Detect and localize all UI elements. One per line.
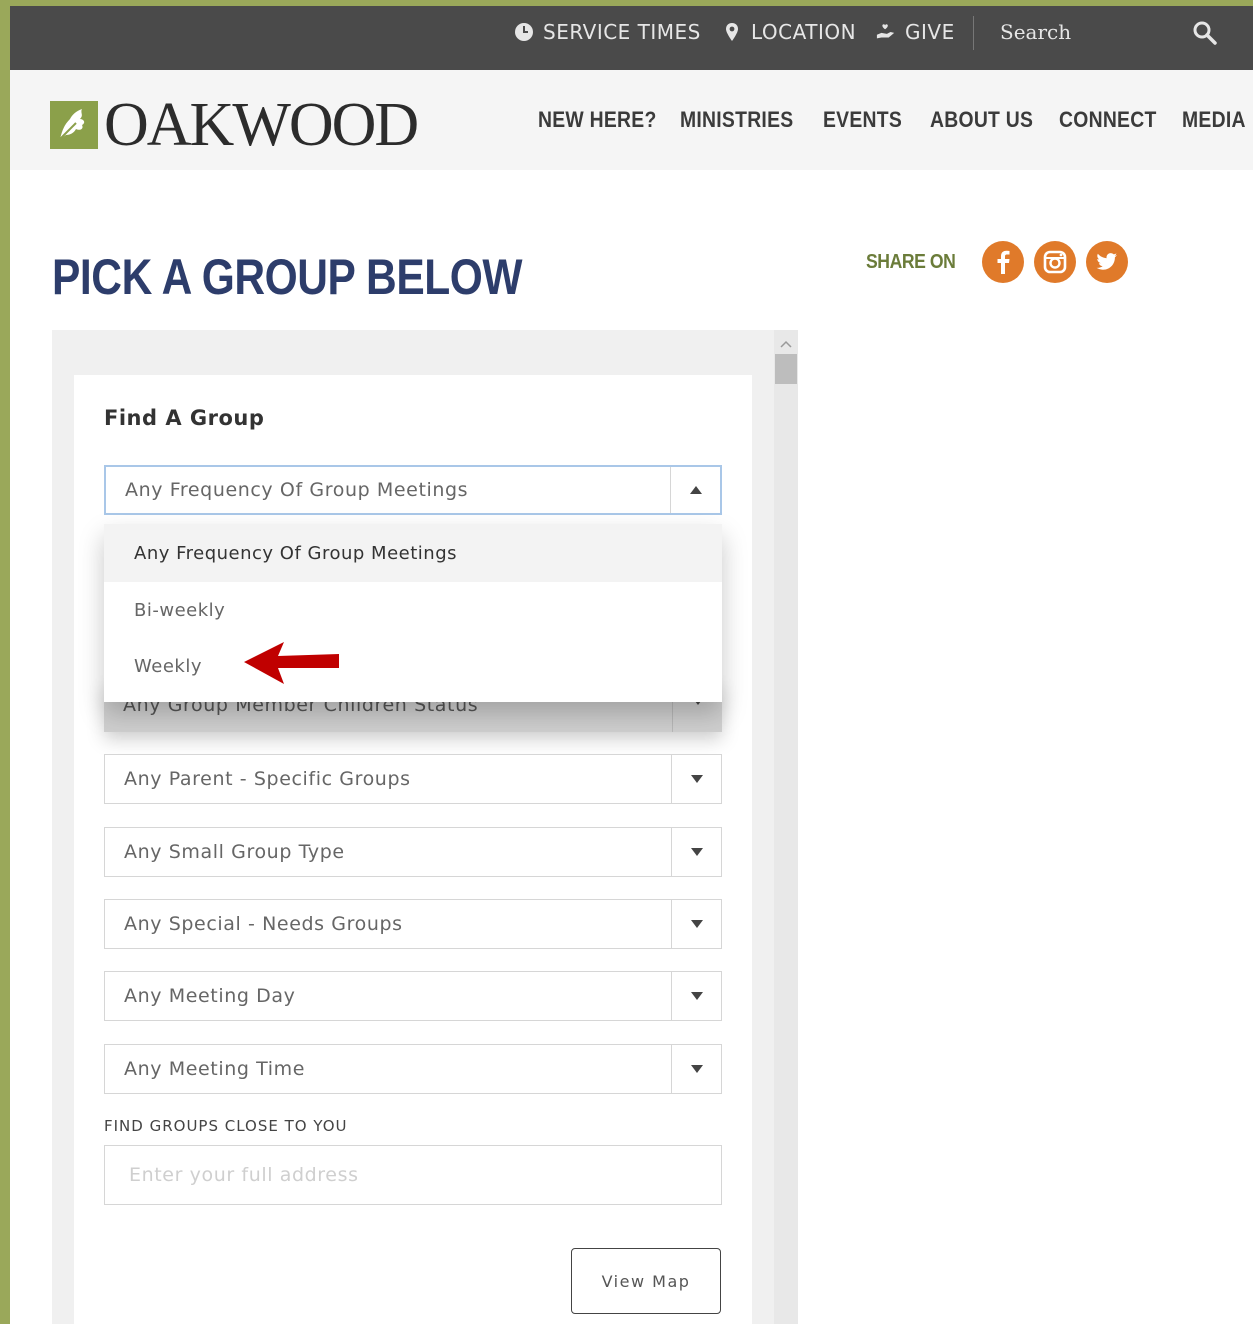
facebook-icon[interactable] [981,241,1024,283]
nav-connect[interactable]: CONNECT [1059,70,1157,170]
frequency-dropdown: Any Frequency Of Group Meetings Bi-weekl… [104,524,722,702]
small-group-type-select[interactable]: Any Small Group Type [104,827,722,877]
page-title: PICK A GROUP BELOW [52,249,523,305]
option-any-frequency[interactable]: Any Frequency Of Group Meetings [104,524,722,582]
location-label: LOCATION [751,20,857,44]
chevron-down-icon[interactable] [671,1045,721,1093]
map-pin-icon [722,22,742,42]
small-group-type-value: Any Small Group Type [124,841,345,863]
logo-wordmark: OAKWOOD [104,91,419,159]
special-needs-select[interactable]: Any Special - Needs Groups [104,899,722,949]
share-bar: SHARE ON [866,241,1128,283]
scrollbar-thumb[interactable] [775,354,797,384]
share-label: SHARE ON [866,250,956,273]
nav-new-here[interactable]: NEW HERE? [538,70,657,170]
close-groups-label: FIND GROUPS CLOSE TO YOU [104,1117,348,1135]
chevron-down-icon[interactable] [671,755,721,803]
address-input[interactable] [104,1145,722,1205]
frequency-select-value: Any Frequency Of Group Meetings [125,479,469,501]
nav-about-us[interactable]: ABOUT US [930,70,1033,170]
twitter-icon[interactable] [1085,241,1128,283]
search-label: Search [1000,20,1072,44]
find-group-title: Find A Group [104,406,265,430]
clock-icon [514,22,534,42]
give-link[interactable]: GIVE [876,0,955,64]
search-link[interactable]: Search [1000,0,1071,64]
caret-up-icon[interactable] [670,467,720,513]
chevron-down-icon[interactable] [671,828,721,876]
site-header: OAKWOOD NEW HERE? MINISTRIES EVENTS ABOU… [10,70,1253,170]
parent-groups-select[interactable]: Any Parent - Specific Groups [104,754,722,804]
meeting-day-value: Any Meeting Day [124,985,296,1007]
special-needs-value: Any Special - Needs Groups [124,913,403,935]
oak-leaf-icon [50,101,98,149]
view-map-button[interactable]: View Map [571,1248,721,1314]
chevron-down-icon[interactable] [671,900,721,948]
instagram-icon[interactable] [1033,241,1076,283]
service-times-label: SERVICE TIMES [543,20,701,44]
meeting-day-select[interactable]: Any Meeting Day [104,971,722,1021]
nav-events[interactable]: EVENTS [823,70,902,170]
option-weekly[interactable]: Weekly [104,638,722,694]
parent-groups-value: Any Parent - Specific Groups [124,768,411,790]
give-label: GIVE [905,20,955,44]
frequency-select[interactable]: Any Frequency Of Group Meetings [104,465,722,515]
nav-media[interactable]: MEDIA [1182,70,1246,170]
red-arrow-icon [242,640,342,688]
scroll-up-icon[interactable] [780,336,792,348]
location-link[interactable]: LOCATION [722,0,856,64]
site-logo[interactable]: OAKWOOD [50,91,419,159]
option-bi-weekly[interactable]: Bi-weekly [104,582,722,638]
meeting-time-select[interactable]: Any Meeting Time [104,1044,722,1094]
chevron-down-icon[interactable] [671,972,721,1020]
scrollbar-track[interactable] [774,330,798,1324]
search-icon[interactable] [1192,20,1218,46]
utility-divider [973,16,974,50]
giving-hand-icon [876,22,896,42]
nav-ministries[interactable]: MINISTRIES [680,70,793,170]
meeting-time-value: Any Meeting Time [124,1058,306,1080]
service-times-link[interactable]: SERVICE TIMES [514,0,701,64]
